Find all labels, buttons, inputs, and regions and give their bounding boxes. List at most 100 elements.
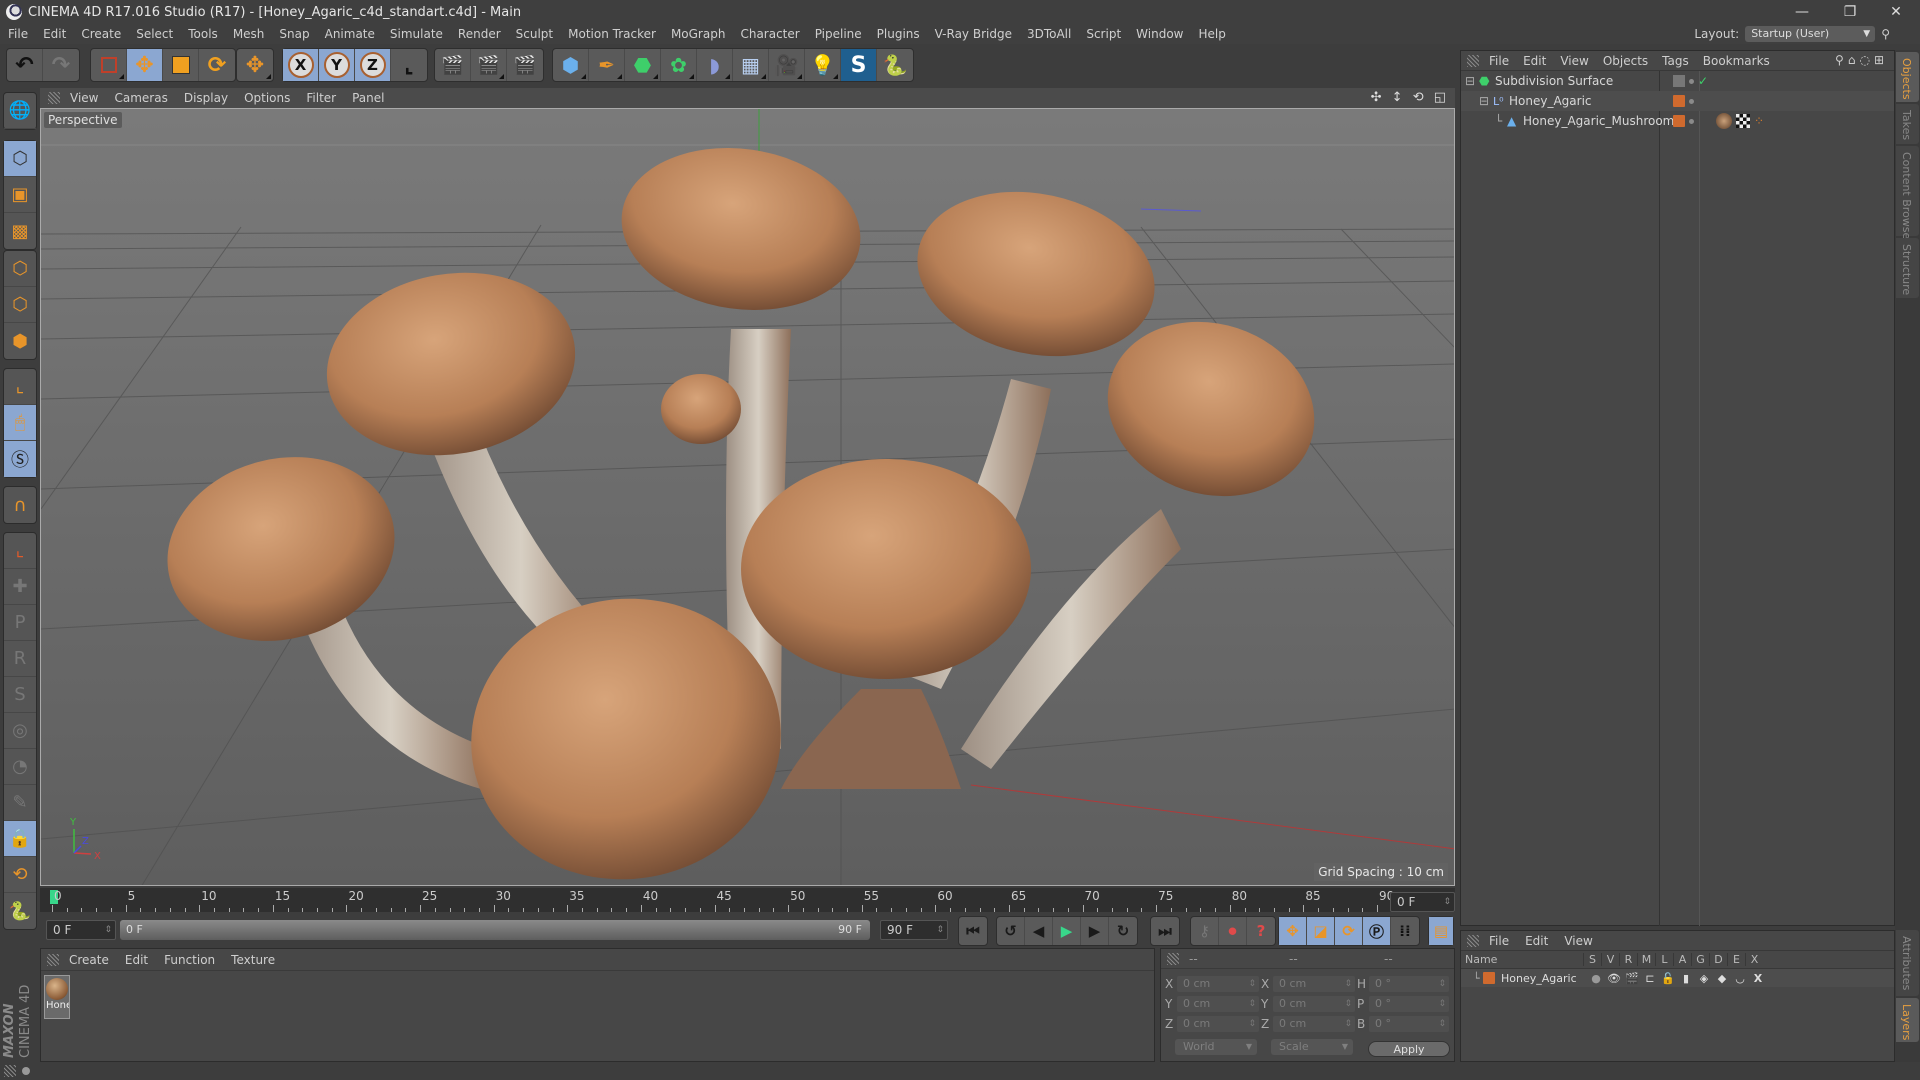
position-z-field[interactable]: 0 cm ⇕	[1177, 1016, 1259, 1032]
menu-script[interactable]: Script	[1086, 27, 1121, 41]
menu-create[interactable]: Create	[81, 27, 121, 41]
solo-button[interactable]: Ⓢ	[4, 441, 36, 477]
minimize-button[interactable]: —	[1780, 0, 1824, 24]
deformer-icon[interactable]: ◆	[1713, 972, 1731, 985]
material-thumbnail[interactable]: Hone	[44, 975, 70, 1019]
menu-vray-bridge[interactable]: V-Ray Bridge	[935, 27, 1012, 41]
layer-name[interactable]: Honey_Agaric	[1501, 972, 1587, 985]
previous-key-button[interactable]: ↺	[997, 917, 1025, 945]
search-icon[interactable]: ⚲	[1835, 53, 1848, 67]
camera-label[interactable]: Perspective	[44, 112, 122, 128]
restore-button[interactable]: ❐	[1828, 0, 1872, 24]
key-pla-toggle[interactable]: ⁞⁞	[1391, 917, 1419, 945]
edges-mode-button[interactable]: ⬡	[4, 287, 36, 323]
recent-tool-button[interactable]: ✥	[237, 49, 273, 81]
viewport-menu-cameras[interactable]: Cameras	[114, 91, 167, 105]
tab-objects[interactable]: Objects	[1896, 52, 1919, 102]
make-editable-button[interactable]: 🌐	[4, 93, 36, 129]
layer-menu-file[interactable]: File	[1489, 934, 1509, 948]
spinner-icon[interactable]: ⇕	[104, 921, 112, 939]
panel-grip-icon[interactable]	[1467, 54, 1479, 67]
collapse-icon[interactable]: ⊟	[1465, 74, 1479, 88]
motion-record-button[interactable]: ⚷	[1191, 917, 1219, 945]
object-menu-edit[interactable]: Edit	[1523, 54, 1546, 68]
object-menu-bookmarks[interactable]: Bookmarks	[1703, 54, 1770, 68]
tab-structure[interactable]: Structure	[1896, 238, 1919, 298]
autokeying-button[interactable]: ?	[1247, 917, 1275, 945]
play-button[interactable]: ▶	[1053, 917, 1081, 945]
axis-mode-button[interactable]: ⌞	[4, 369, 36, 405]
z-axis-lock-button[interactable]: Z	[355, 49, 391, 81]
key-parameter-toggle[interactable]: Ⓟ	[1363, 917, 1391, 945]
size-z-field[interactable]: 0 cm ⇕	[1273, 1016, 1355, 1032]
collapse-icon[interactable]: ⊟	[1479, 94, 1493, 108]
layer-row[interactable]: └ Honey_Agaric ● 👁 🎬 ⊏ 🔓 ▮ ◈ ◆ ◡ X	[1461, 969, 1894, 987]
coordinate-system-button[interactable]: ⌞	[391, 49, 427, 81]
key-param-button[interactable]: ◔	[4, 749, 36, 785]
generator-icon[interactable]: ◈	[1695, 972, 1713, 985]
polygons-mode-button[interactable]: ⬢	[4, 323, 36, 359]
lock-icon[interactable]: 🔓	[1659, 972, 1677, 985]
y-axis-lock-button[interactable]: Y	[319, 49, 355, 81]
go-to-start-button[interactable]: ⏮	[959, 917, 987, 945]
deformer-button[interactable]: ◗	[697, 49, 733, 81]
position-x-field[interactable]: 0 cm ⇕	[1177, 976, 1259, 992]
material-menu-function[interactable]: Function	[164, 953, 215, 967]
panel-grip-icon[interactable]	[48, 92, 60, 104]
mograph-cloner-button[interactable]: ✿	[661, 49, 697, 81]
scale-tool-button[interactable]	[163, 49, 199, 81]
record-active-objects-button[interactable]: ⏺	[1219, 917, 1247, 945]
xref-icon[interactable]: X	[1749, 972, 1767, 985]
previous-frame-button[interactable]: ◀	[1025, 917, 1053, 945]
layer-color-swatch[interactable]	[1483, 972, 1495, 984]
object-row-subdivision-surface[interactable]: ⊟ ⬣ Subdivision Surface ✓	[1461, 71, 1894, 91]
timeline-window-button[interactable]: ▤	[1429, 917, 1453, 945]
world-axis-button[interactable]: ⌞	[4, 533, 36, 569]
key-position-toggle[interactable]: ✥	[1279, 917, 1307, 945]
new-window-icon[interactable]: ⊞	[1874, 53, 1888, 67]
visibility-dot-icon[interactable]	[1689, 98, 1694, 104]
enabled-check-icon[interactable]: ✓	[1698, 74, 1708, 88]
floor-object-button[interactable]: ▦	[733, 49, 769, 81]
next-key-button[interactable]: ↻	[1109, 917, 1137, 945]
tab-layers[interactable]: Layers	[1896, 998, 1919, 1042]
pen-spline-button[interactable]: ✒	[589, 49, 625, 81]
visible-eye-icon[interactable]: 👁	[1605, 972, 1623, 985]
viewport-menu-options[interactable]: Options	[244, 91, 290, 105]
size-y-field[interactable]: 0 cm ⇕	[1273, 996, 1355, 1012]
menu-simulate[interactable]: Simulate	[390, 27, 443, 41]
uvw-tag-icon[interactable]	[1736, 114, 1750, 128]
layer-swatch-empty[interactable]	[1673, 75, 1685, 87]
timeline-ruler[interactable]: 0 5 10 15 20 25 30 35 40 45 50 55 60 65 70 75 80 85 90	[40, 888, 1455, 912]
search-icon[interactable]: ⚲	[1881, 27, 1890, 41]
menu-edit[interactable]: Edit	[43, 27, 66, 41]
subdivision-surface-button[interactable]: ⬣	[625, 49, 661, 81]
object-row-honey-agaric[interactable]: ⊟ L⁰ Honey_Agaric	[1461, 91, 1894, 111]
key-position-button[interactable]: P	[4, 605, 36, 641]
texture-mode-button[interactable]: ▣	[4, 177, 36, 213]
layout-dropdown[interactable]: Startup (User) ▼	[1745, 26, 1876, 42]
key-point-level-button[interactable]: ◎	[4, 713, 36, 749]
menu-tools[interactable]: Tools	[188, 27, 218, 41]
tab-takes[interactable]: Takes	[1896, 104, 1919, 144]
coordinate-mode-dropdown[interactable]: World ▼	[1175, 1039, 1257, 1055]
close-button[interactable]: ✕	[1874, 0, 1918, 24]
expression-icon[interactable]: ◡	[1731, 972, 1749, 985]
key-rotation-button[interactable]: R	[4, 641, 36, 677]
go-to-end-button[interactable]: ⏭	[1151, 917, 1179, 945]
key-psr-button[interactable]: S	[4, 677, 36, 713]
light-object-button[interactable]: 💡	[805, 49, 841, 81]
menu-select[interactable]: Select	[136, 27, 173, 41]
visibility-dot-icon[interactable]	[1689, 78, 1694, 84]
panel-grip-icon[interactable]	[1467, 934, 1479, 947]
viewport-menu-filter[interactable]: Filter	[306, 91, 336, 105]
size-x-field[interactable]: 0 cm ⇕	[1273, 976, 1355, 992]
key-scale-toggle[interactable]: ◪	[1307, 917, 1335, 945]
manager-icon[interactable]: ⊏	[1641, 972, 1659, 985]
layer-swatch[interactable]	[1673, 115, 1685, 127]
panel-grip-icon[interactable]	[4, 1065, 16, 1077]
menu-mesh[interactable]: Mesh	[233, 27, 265, 41]
menu-snap[interactable]: Snap	[279, 27, 309, 41]
menu-3dtoall[interactable]: 3DToAll	[1027, 27, 1071, 41]
tab-content-browser[interactable]: Content Browser	[1896, 146, 1919, 244]
